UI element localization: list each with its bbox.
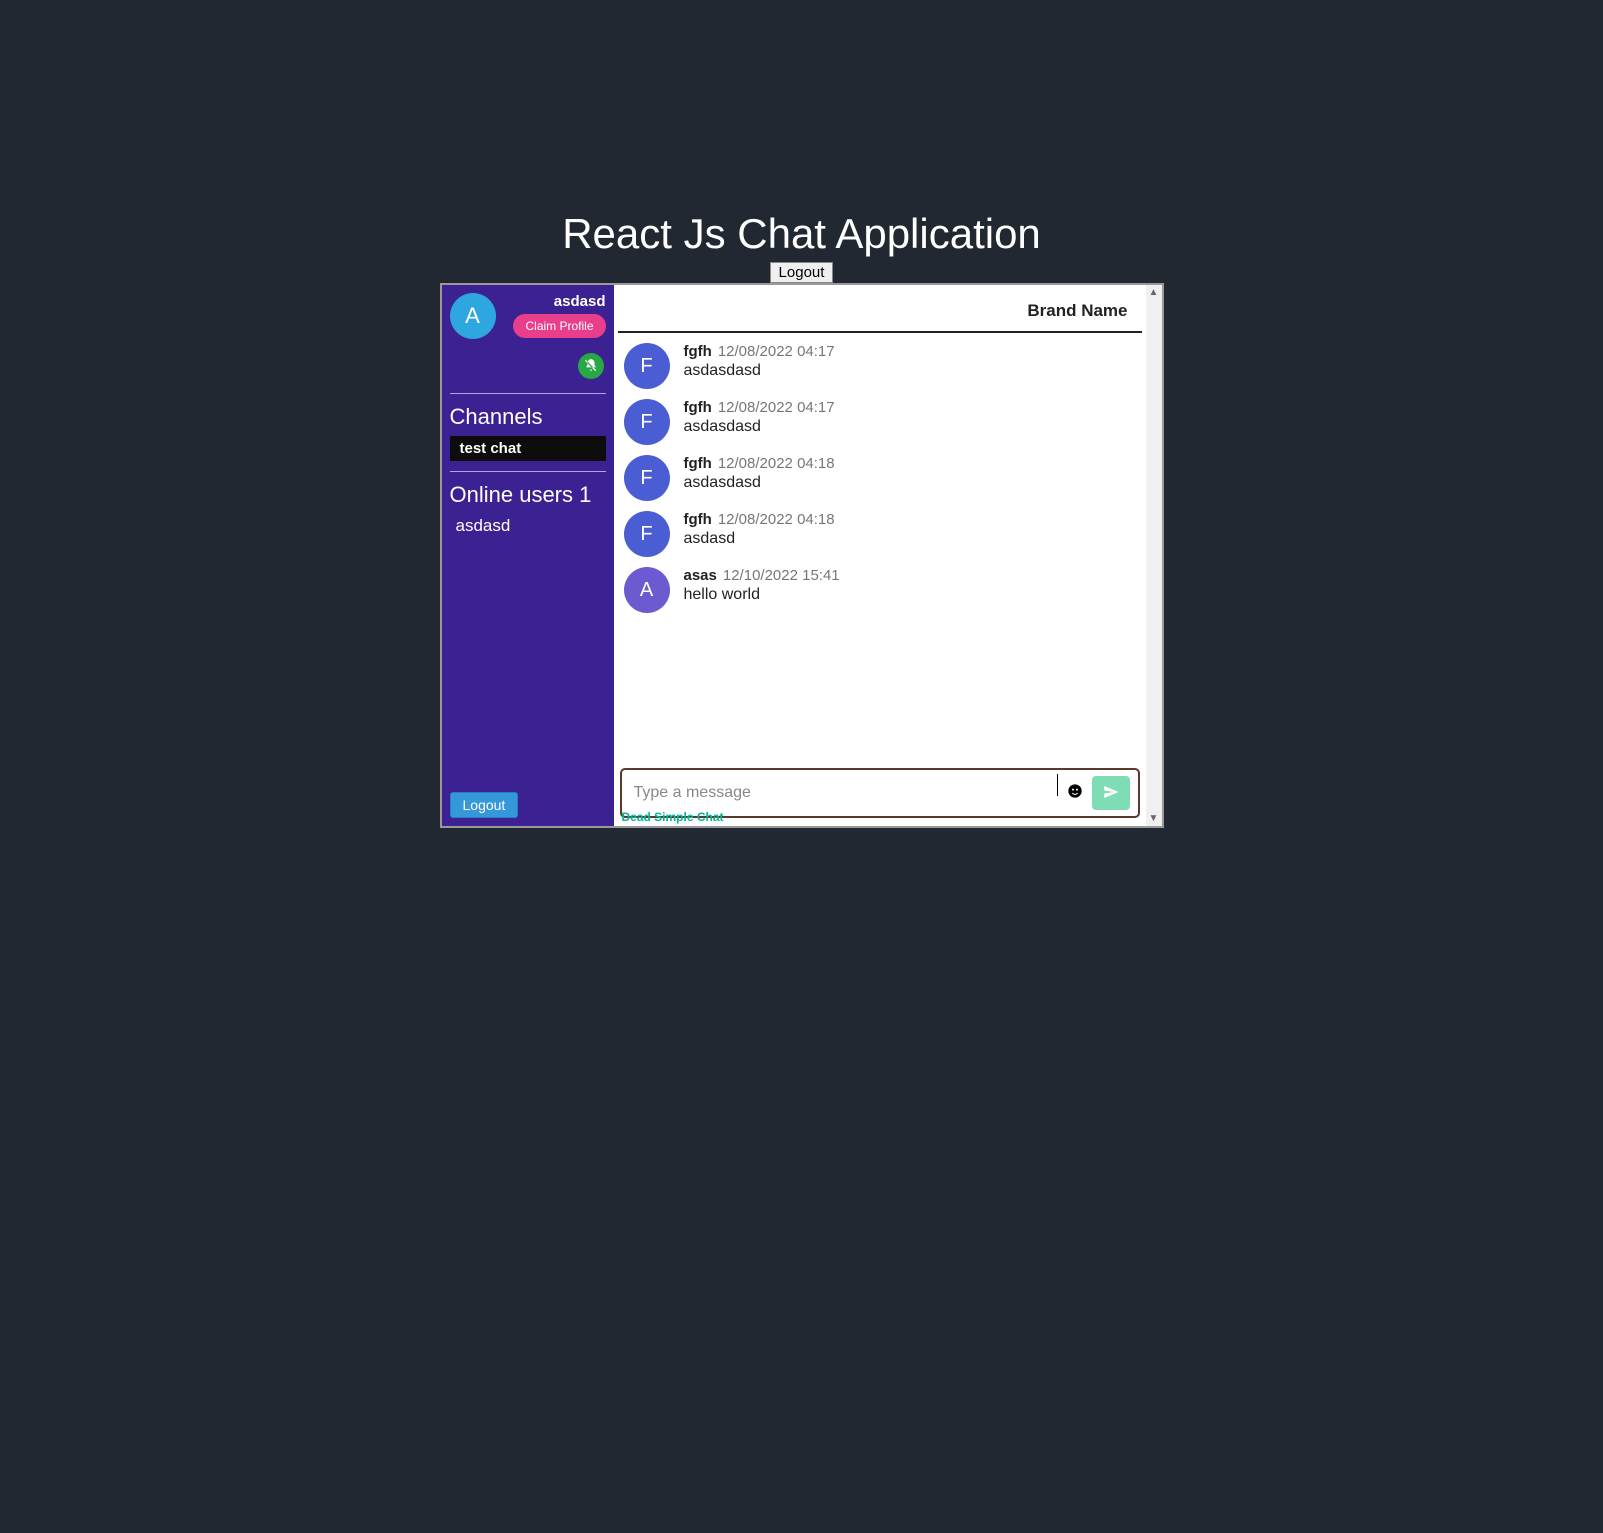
message-avatar[interactable]: F (624, 399, 670, 445)
chat-window: A asdasd Claim Profile Channels test cha… (440, 283, 1164, 828)
divider (450, 471, 606, 472)
message-row: Ffgfh 12/08/2022 04:17 asdasdasd (614, 389, 1146, 445)
message-avatar[interactable]: F (624, 511, 670, 557)
message-body: fgfh 12/08/2022 04:17 asdasdasd (684, 343, 1136, 380)
scrollbar[interactable]: ▲ ▼ (1146, 285, 1162, 826)
message-body: fgfh 12/08/2022 04:18 asdasd (684, 511, 1136, 548)
message-body: fgfh 12/08/2022 04:17 asdasdasd (684, 399, 1136, 436)
message-avatar[interactable]: A (624, 567, 670, 613)
message-avatar[interactable]: F (624, 455, 670, 501)
send-button[interactable] (1092, 776, 1130, 810)
message-author: fgfh (684, 511, 712, 528)
footer-link[interactable]: Dead Simple Chat (622, 810, 724, 824)
message-input[interactable] (630, 778, 1049, 808)
message-timestamp: 12/08/2022 04:17 (718, 399, 835, 416)
online-user-item[interactable]: asdasd (442, 512, 614, 540)
logout-top-button[interactable]: Logout (770, 262, 834, 283)
profile-row: A asdasd Claim Profile (442, 285, 614, 347)
message-author: fgfh (684, 343, 712, 360)
main-area: Brand Name Ffgfh12/08/2022 04:17asdasdas… (614, 285, 1146, 826)
scroll-up-icon[interactable]: ▲ (1149, 285, 1159, 300)
cursor-indicator (1057, 774, 1058, 796)
message-avatar[interactable]: F (624, 343, 670, 389)
brand-name: Brand Name (618, 285, 1142, 333)
message-row: Ffgfh 12/08/2022 04:18 asdasdasd (614, 445, 1146, 501)
online-users-heading: Online users 1 (442, 478, 614, 512)
message-body: fgfh 12/08/2022 04:18 asdasdasd (684, 455, 1136, 492)
divider (450, 393, 606, 394)
logout-sidebar-button[interactable]: Logout (450, 792, 519, 818)
message-text: asdasd (684, 530, 1136, 548)
claim-profile-button[interactable]: Claim Profile (513, 314, 605, 338)
bell-slash-icon (584, 358, 598, 375)
emoji-button[interactable] (1066, 784, 1084, 802)
messages-list[interactable]: Ffgfh 12/08/2022 04:17 asdasdasd Ffgfh 12/08… (614, 333, 1146, 762)
avatar[interactable]: A (450, 293, 496, 339)
message-author: fgfh (684, 399, 712, 416)
username-label: asdasd (554, 293, 606, 310)
message-text: asdasdasd (684, 362, 1136, 380)
message-timestamp: 12/08/2022 04:17 (718, 343, 835, 360)
message-text: asdasdasd (684, 474, 1136, 492)
profile-info: asdasd Claim Profile (513, 293, 605, 338)
channels-heading: Channels (442, 400, 614, 436)
message-row: Ffgfh 12/08/2022 04:18 asdasd (614, 501, 1146, 557)
message-row: Ffgfh 12/08/2022 04:17 asdasdasd (614, 333, 1146, 389)
message-timestamp: 12/08/2022 04:18 (718, 455, 835, 472)
channel-item-test-chat[interactable]: test chat (450, 436, 606, 461)
scroll-down-icon[interactable]: ▼ (1149, 811, 1159, 826)
emoji-icon (1067, 783, 1083, 804)
message-author: fgfh (684, 455, 712, 472)
message-timestamp: 12/10/2022 15:41 (723, 567, 840, 584)
send-icon (1103, 784, 1119, 803)
message-text: hello world (684, 586, 1136, 604)
message-body: asas 12/10/2022 15:41 hello world (684, 567, 1136, 604)
message-timestamp: 12/08/2022 04:18 (718, 511, 835, 528)
page-title: React Js Chat Application (0, 210, 1603, 258)
notifications-toggle-button[interactable] (578, 353, 604, 379)
message-text: asdasdasd (684, 418, 1136, 436)
message-row: Aasas 12/10/2022 15:41 hello world (614, 557, 1146, 613)
sidebar: A asdasd Claim Profile Channels test cha… (442, 285, 614, 826)
message-author: asas (684, 567, 717, 584)
